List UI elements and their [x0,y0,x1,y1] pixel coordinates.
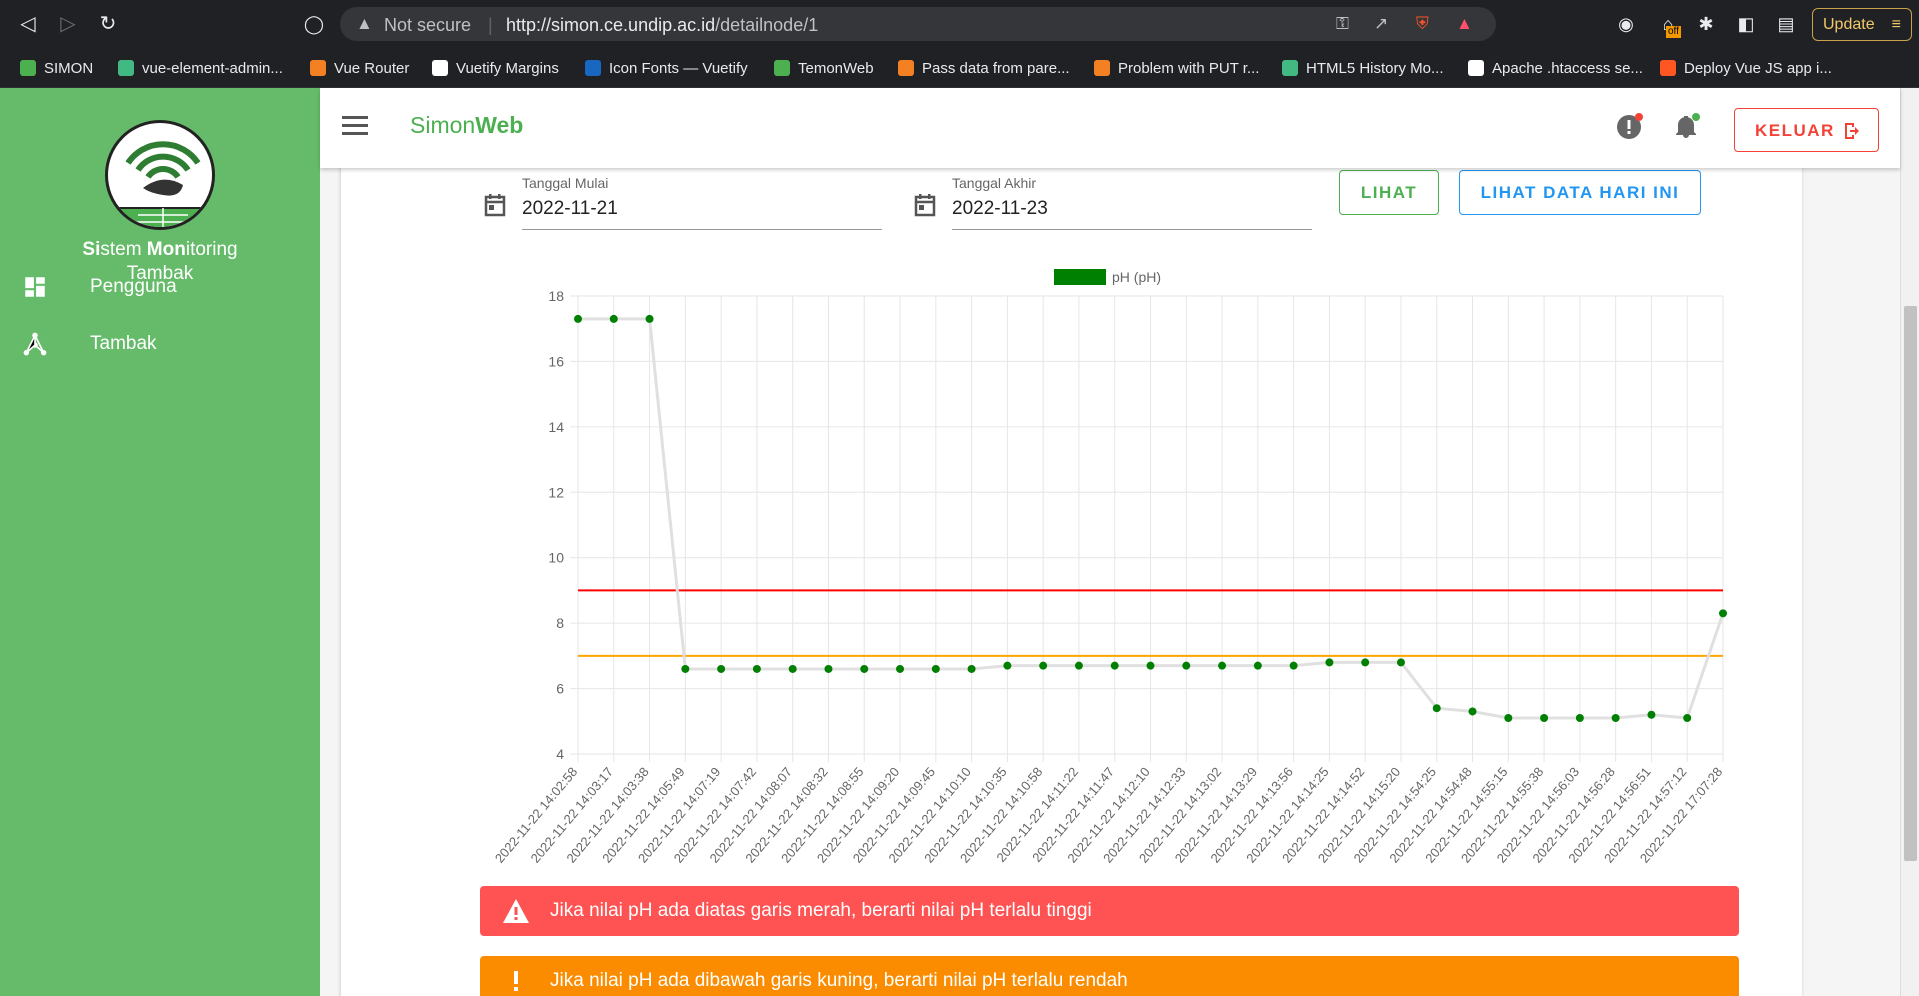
update-label: Update [1823,16,1875,33]
bookmark-item[interactable]: Pass data from pare... [898,58,1070,80]
bookmark-icon[interactable]: ◯ [302,12,326,36]
wallet-icon[interactable]: ▤ [1774,12,1798,36]
logout-button[interactable]: KELUAR [1734,108,1879,152]
bookmark-item[interactable]: Deploy Vue JS app i... [1660,58,1832,80]
extension-icon[interactable]: ◉ [1614,12,1638,36]
bookmark-item[interactable]: Vuetify Margins [432,58,559,80]
reload-icon[interactable]: ↻ [96,12,120,36]
warning-icon [503,899,529,923]
alert-icon[interactable] [1616,112,1644,140]
end-date-input[interactable]: 2022-11-23 [952,198,1048,220]
sidebar: Sistem Monitoring Tambak Pengguna Tambak [0,88,320,996]
vue-icon [1282,60,1298,76]
bookmark-label: Vue Router [334,60,410,77]
page-scrollbar[interactable] [1900,88,1919,996]
logout-icon [1845,123,1859,139]
exclamation-icon [514,971,518,991]
sidebar-item-label: Tambak [90,333,157,354]
bookmark-label: vue-element-admin... [142,60,283,77]
bookmark-item[interactable]: Icon Fonts — Vuetify [585,58,748,80]
calendar-icon [484,194,506,217]
sidebar-item-pengguna[interactable]: Pengguna [0,260,320,316]
address-divider: | [488,15,493,35]
bookmark-label: TemonWeb [798,60,874,77]
bookmarks-bar: SIMON vue-element-admin... Vue Router Vueti… [0,48,1919,88]
calendar-icon [914,194,936,217]
start-date-input[interactable]: 2022-11-21 [522,198,618,220]
alert-low-text: Jika nilai pH ada dibawah garis kuning, … [550,970,1128,991]
view-today-button[interactable]: LIHAT DATA HARI INI [1459,170,1701,215]
start-date-label: Tanggal Mulai [522,175,609,191]
bookmark-label: Icon Fonts — Vuetify [609,60,748,77]
bookmark-label: Problem with PUT r... [1118,60,1260,77]
bookmark-label: HTML5 History Mo... [1306,60,1444,77]
temon-icon [774,60,790,76]
bell-icon[interactable] [1672,112,1700,140]
blogger-icon [1660,60,1676,76]
address-bar[interactable]: ▲ Not secure | http://simon.ce.undip.ac.… [340,7,1496,41]
bookmark-item[interactable]: Apache .htaccess se... [1468,58,1643,80]
bookmark-label: Apache .htaccess se... [1492,60,1643,77]
brave-rewards-icon[interactable]: ▲ [1456,14,1473,34]
sidebar-item-tambak[interactable]: Tambak [0,317,320,373]
sidebar-toggle-icon[interactable]: ◧ [1734,12,1758,36]
brand-line-1: Sistem Monitoring [82,239,238,260]
back-icon[interactable]: ◁ [16,12,40,36]
end-date-label: Tanggal Akhir [952,175,1037,191]
url-host: http://simon.ce.undip.ac.id [506,15,716,35]
stackoverflow-icon [1094,60,1110,76]
bookmark-label: Deploy Vue JS app i... [1684,60,1832,77]
scroll-thumb[interactable] [1904,306,1917,861]
bookmark-label: SIMON [44,60,94,77]
alert-low-ph: Jika nilai pH ada dibawah garis kuning, … [480,956,1739,996]
bookmark-item[interactable]: vue-element-admin... [118,58,283,80]
url-text[interactable]: http://simon.ce.undip.ac.id/detailnode/1 [506,15,818,36]
warning-icon: ▲ [356,14,373,33]
end-date-underline [952,229,1312,230]
url-path: /detailnode/1 [715,15,819,35]
view-button[interactable]: LIHAT [1339,170,1439,215]
hamburger-icon[interactable] [342,116,368,136]
leaf-icon [20,60,36,76]
vuetify-icon [585,60,601,76]
stackoverflow-icon [898,60,914,76]
forward-icon[interactable]: ▷ [56,12,80,36]
app-title: SimonWeb [410,112,524,138]
app-bar: SimonWeb KELUAR [320,88,1900,168]
puzzle-icon[interactable]: ✱ [1694,12,1718,36]
logout-label: KELUAR [1755,121,1835,140]
share-icon[interactable]: ↗ [1374,14,1388,34]
security-label: Not secure [384,15,472,35]
bookmark-item[interactable]: HTML5 History Mo... [1282,58,1444,80]
menu-icon: ≡ [1891,16,1901,33]
app-logo [105,120,215,230]
network-icon [23,332,47,356]
bookmark-item[interactable]: Problem with PUT r... [1094,58,1259,80]
dashboard-icon [25,277,45,297]
github-icon [1468,60,1484,76]
bookmark-item[interactable]: SIMON [20,58,93,80]
start-date-underline [522,229,882,230]
bookmark-item[interactable]: Vue Router [310,58,409,80]
bookmark-item[interactable]: TemonWeb [774,58,874,80]
stackoverflow-icon [310,60,326,76]
brave-shield-icon[interactable]: ⛨ [1416,14,1429,34]
detail-card: Tanggal Mulai 2022-11-21 Tanggal Akhir 2… [340,150,1802,996]
extension-off-icon[interactable]: ⌂ off [1656,12,1681,38]
alert-high-text: Jika nilai pH ada diatas garis merah, be… [550,900,1092,921]
medium-icon [432,60,448,76]
ext-off-badge: off [1666,26,1681,38]
alert-high-ph: Jika nilai pH ada diatas garis merah, be… [480,886,1739,936]
bookmark-label: Pass data from pare... [922,60,1070,77]
vue-admin-icon [118,60,134,76]
bookmark-label: Vuetify Margins [456,60,559,77]
key-icon[interactable]: ⚿ [1336,14,1349,34]
update-button[interactable]: Update ≡ [1812,8,1912,41]
browser-toolbar: ◁ ▷ ↻ ◯ ▲ Not secure | http://simon.ce.u… [0,0,1919,48]
sidebar-item-label: Pengguna [90,276,177,297]
